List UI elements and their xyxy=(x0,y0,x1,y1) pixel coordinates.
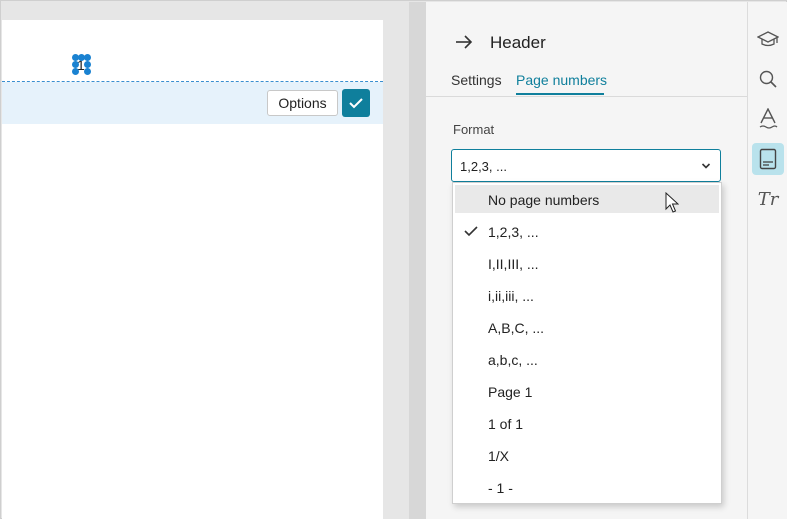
header-footer-icon xyxy=(759,148,777,170)
list-item[interactable]: 1/X xyxy=(455,441,719,469)
text-style-button[interactable]: Tr xyxy=(752,183,784,215)
selection-handle[interactable] xyxy=(72,68,79,75)
list-item[interactable]: - 1 - xyxy=(455,473,719,501)
document-page[interactable]: 1 Options xyxy=(2,20,383,519)
panel-title: Header xyxy=(490,33,546,52)
list-item[interactable]: i,ii,iii, ... xyxy=(455,281,719,309)
chevron-down-icon xyxy=(701,163,711,169)
header-confirm-button[interactable] xyxy=(342,89,370,117)
checkmark-icon xyxy=(464,226,478,237)
format-select[interactable]: 1,2,3, ... xyxy=(451,149,721,182)
search-icon xyxy=(759,70,777,88)
selection-handle[interactable] xyxy=(84,61,91,68)
format-label: Format xyxy=(453,122,495,137)
selection-handle[interactable] xyxy=(84,68,91,75)
text-style-icon: Tr xyxy=(757,188,779,210)
list-item[interactable]: 1,2,3, ... xyxy=(455,217,719,245)
format-select-value: 1,2,3, ... xyxy=(460,159,507,174)
mouse-cursor-icon xyxy=(665,192,679,213)
spelling-button[interactable] xyxy=(752,103,784,135)
list-item[interactable]: a,b,c, ... xyxy=(455,345,719,373)
tab-settings[interactable]: Settings xyxy=(451,72,502,88)
list-item[interactable]: No page numbers xyxy=(455,185,719,213)
page-number-field[interactable]: 1 xyxy=(72,54,92,78)
arrow-right-icon[interactable] xyxy=(454,32,474,52)
app-window: 1 Options Header Settings Page numbers F… xyxy=(0,0,787,519)
active-tab-indicator xyxy=(516,93,604,95)
search-button[interactable] xyxy=(752,63,784,95)
panel-splitter[interactable] xyxy=(409,2,426,519)
header-boundary-line xyxy=(2,81,383,82)
graduation-cap-icon xyxy=(757,31,779,47)
learn-button[interactable] xyxy=(752,23,784,55)
list-item[interactable]: 1 of 1 xyxy=(455,409,719,437)
selection-handle[interactable] xyxy=(72,61,79,68)
tabs-divider xyxy=(426,96,747,97)
list-item[interactable]: I,II,III, ... xyxy=(455,249,719,277)
right-toolbar: Tr xyxy=(747,2,787,519)
tab-page-numbers[interactable]: Page numbers xyxy=(516,72,607,88)
spelling-icon xyxy=(759,108,778,129)
list-item[interactable]: Page 1 xyxy=(455,377,719,405)
list-item[interactable]: A,B,C, ... xyxy=(455,313,719,341)
format-dropdown-list: No page numbers 1,2,3, ... I,II,III, ...… xyxy=(452,182,722,504)
selection-handle[interactable] xyxy=(84,54,91,61)
checkmark-icon xyxy=(349,98,363,109)
header-footer-button[interactable] xyxy=(752,143,784,175)
header-options-button[interactable]: Options xyxy=(267,90,338,116)
